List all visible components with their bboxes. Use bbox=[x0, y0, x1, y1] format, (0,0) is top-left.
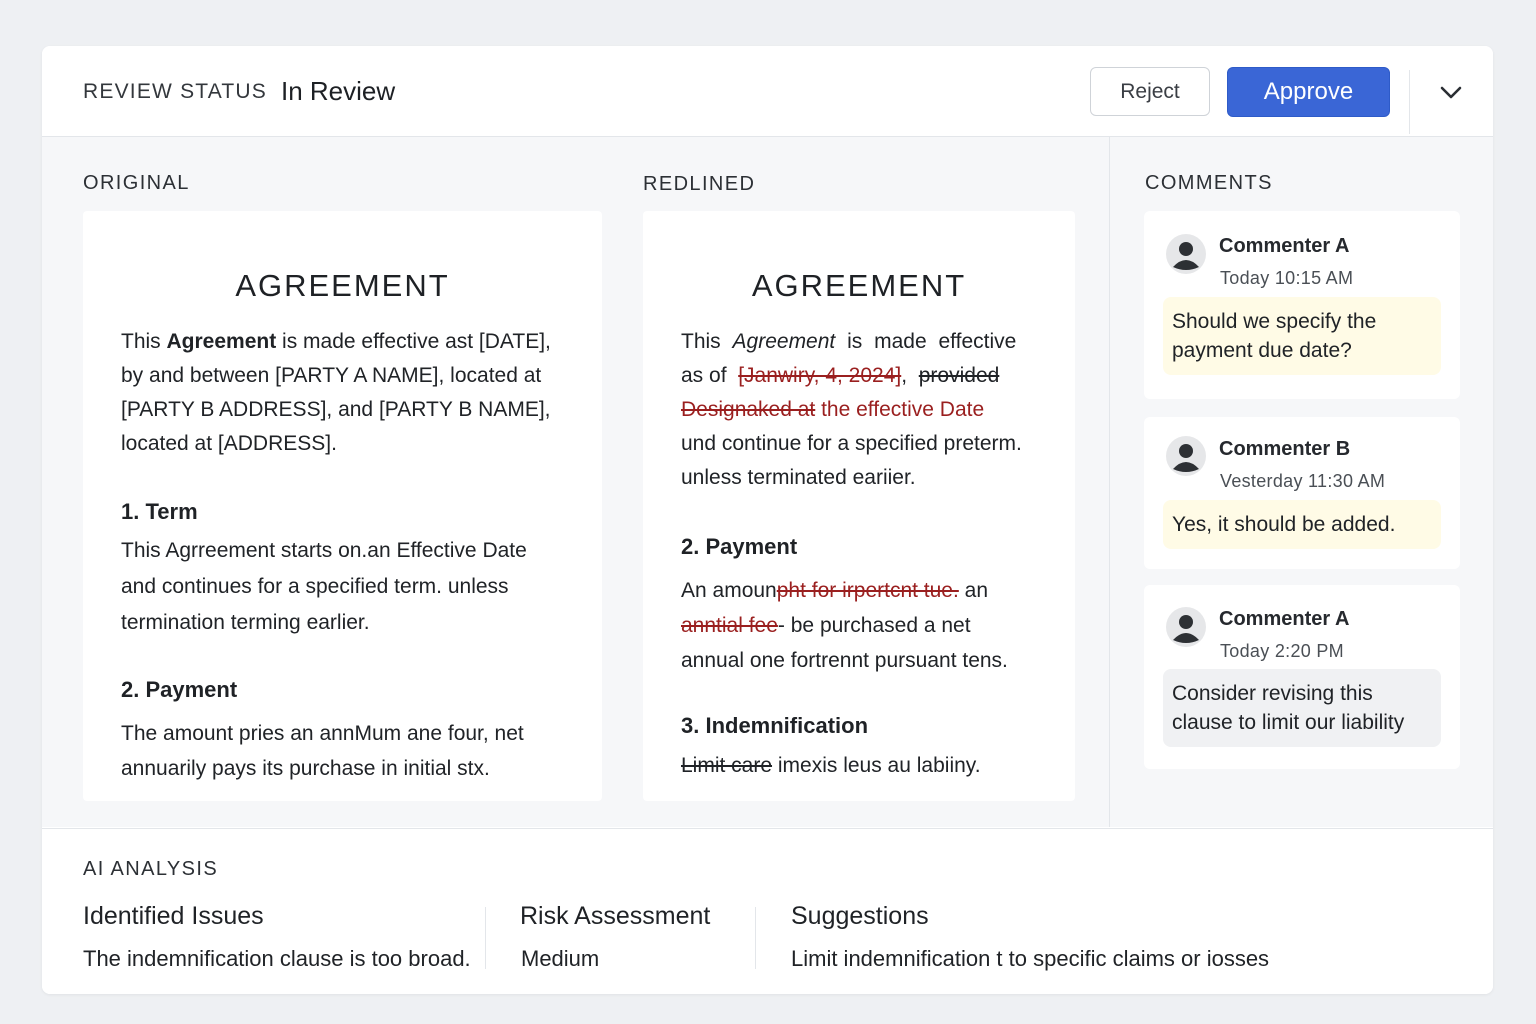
ai-divider bbox=[755, 907, 756, 969]
ai-analysis-label: AI ANALYSIS bbox=[83, 858, 219, 880]
payment-line2: annuarily pays its purchase in initial s… bbox=[121, 757, 490, 780]
comments-panel: COMMENTS Commenter A Today 10:15 AM Shou… bbox=[1109, 137, 1493, 827]
risk-assessment-value: Medium bbox=[521, 946, 600, 971]
pay2-rest: - be purchased a net bbox=[777, 614, 971, 637]
intro-bold: Agreement bbox=[166, 330, 277, 353]
original-document: AGREEMENT This Agreement is made effecti… bbox=[83, 211, 602, 801]
redlined-title: AGREEMENT bbox=[751, 268, 967, 303]
redlined-p1-rest: is made effective bbox=[847, 330, 1017, 353]
reject-button[interactable]: Reject bbox=[1090, 67, 1210, 116]
comment-author: Commenter B bbox=[1219, 438, 1351, 460]
avatar-icon bbox=[1165, 233, 1207, 275]
redlined-p4: und continue for a specified preterm. bbox=[681, 432, 1022, 455]
redlined-indemnification-body: Limit care imexis leus au labiiny. bbox=[681, 749, 981, 783]
comment-text: Yes, it should be added. bbox=[1163, 500, 1441, 549]
payment-line1: The amount pries an annMum ane four, net bbox=[121, 722, 524, 745]
intro-pre: This bbox=[121, 330, 167, 353]
header-divider bbox=[1409, 70, 1410, 134]
original-payment-heading: 2. Payment bbox=[121, 677, 238, 702]
comments-label: COMMENTS bbox=[1145, 172, 1273, 194]
comment-time: Today 10:15 AM bbox=[1220, 268, 1354, 288]
avatar-icon bbox=[1165, 435, 1207, 477]
pay3: annual one fortrennt pursuant tens. bbox=[681, 649, 1008, 672]
redlined-label: REDLINED bbox=[643, 173, 756, 195]
redlined-p5: unless terminated eariier. bbox=[681, 466, 916, 489]
deleted-annual-fee: anntial fee bbox=[681, 614, 778, 637]
ai-analysis-section: AI ANALYSIS Identified Issues The indemn… bbox=[42, 828, 1493, 994]
redlined-agreement: Agreement bbox=[732, 330, 836, 353]
suggestions-text: Limit indemnification t to specific clai… bbox=[791, 946, 1270, 971]
comment-text: Should we specify the payment due date? bbox=[1163, 297, 1441, 375]
pay1-b: an bbox=[958, 579, 989, 602]
deleted-designaked: Designaked at bbox=[681, 398, 816, 421]
redlined-payment-body: An amounpht for irpertcnt tue. an anntia… bbox=[681, 573, 1071, 678]
deleted-date: [Janwiry, 4, 2024] bbox=[738, 364, 902, 387]
original-payment-body: The amount pries an annMum ane four, net… bbox=[121, 716, 524, 786]
review-card: REVIEW STATUS In Review Reject Approve O… bbox=[42, 46, 1493, 994]
intro-line3: [PARTY B ADDRESS], and [PARTY B NAME], bbox=[121, 398, 551, 421]
comment-card[interactable]: Commenter B Vesterday 11:30 AM Yes, it s… bbox=[1144, 417, 1460, 569]
intro-line4: located at [ADDRESS]. bbox=[121, 432, 337, 455]
intro-line1-rest: is made effective ast [DATE], bbox=[276, 330, 551, 353]
redlined-this: This bbox=[681, 330, 721, 353]
inserted-effective-date: the effective Date bbox=[815, 398, 985, 421]
redlined-intro: This Agreement is made effective as of [… bbox=[681, 325, 1061, 495]
original-label: ORIGINAL bbox=[83, 172, 190, 194]
intro-line2: by and between [PARTY A NAME], located a… bbox=[121, 364, 542, 387]
suggestions-title: Suggestions bbox=[791, 902, 929, 930]
original-term-heading: 1. Term bbox=[121, 499, 198, 524]
comment-time: Vesterday 11:30 AM bbox=[1220, 471, 1386, 491]
comment-time: Today 2:20 PM bbox=[1220, 641, 1344, 661]
review-body: ORIGINAL AGREEMENT This Agreement is mad… bbox=[42, 137, 1493, 827]
redlined-payment-heading: 2. Payment bbox=[681, 534, 798, 559]
documents-area: ORIGINAL AGREEMENT This Agreement is mad… bbox=[42, 137, 1109, 827]
comment-text: Consider revising this clause to limit o… bbox=[1163, 669, 1441, 747]
pay1-a: An amoun bbox=[681, 579, 777, 602]
original-title: AGREEMENT bbox=[235, 268, 450, 303]
risk-assessment-title: Risk Assessment bbox=[520, 902, 711, 930]
ai-divider bbox=[485, 907, 486, 969]
term-line3: termination terming earlier. bbox=[121, 611, 370, 634]
deleted-provided: provided bbox=[918, 364, 1000, 387]
review-status-label: REVIEW STATUS bbox=[83, 80, 267, 103]
comment-author: Commenter A bbox=[1219, 235, 1350, 257]
identified-issues-text: The indemnification clause is too broad. bbox=[83, 946, 471, 971]
original-term-body: This Agrreement starts on.an Effective D… bbox=[121, 533, 527, 641]
term-line2: and continues for a specified term. unle… bbox=[121, 575, 509, 598]
redlined-comma: , bbox=[901, 364, 908, 387]
redlined-document: AGREEMENT This Agreement is made effecti… bbox=[643, 211, 1075, 801]
term-line1: This Agrreement starts on.an Effective D… bbox=[121, 539, 527, 562]
chevron-down-icon[interactable] bbox=[1435, 78, 1467, 106]
indem-rest: imexis leus au labiiny. bbox=[772, 754, 981, 777]
deleted-limit-care: Limit care bbox=[681, 754, 773, 777]
redlined-asof: as of bbox=[681, 364, 727, 387]
comment-card[interactable]: Commenter A Today 2:20 PM Consider revis… bbox=[1144, 585, 1460, 769]
avatar-icon bbox=[1165, 606, 1207, 648]
comment-author: Commenter A bbox=[1219, 608, 1350, 630]
identified-issues-title: Identified Issues bbox=[83, 902, 264, 930]
redlined-indemnification-heading: 3. Indemnification bbox=[681, 713, 869, 738]
review-status-value: In Review bbox=[281, 76, 396, 106]
approve-button[interactable]: Approve bbox=[1227, 67, 1390, 117]
original-intro: This Agreement is made effective ast [DA… bbox=[121, 325, 591, 461]
comment-card[interactable]: Commenter A Today 10:15 AM Should we spe… bbox=[1144, 211, 1460, 399]
deleted-pay1: pht for irpertcnt tue. bbox=[776, 579, 959, 602]
review-header: REVIEW STATUS In Review Reject Approve bbox=[42, 46, 1493, 137]
